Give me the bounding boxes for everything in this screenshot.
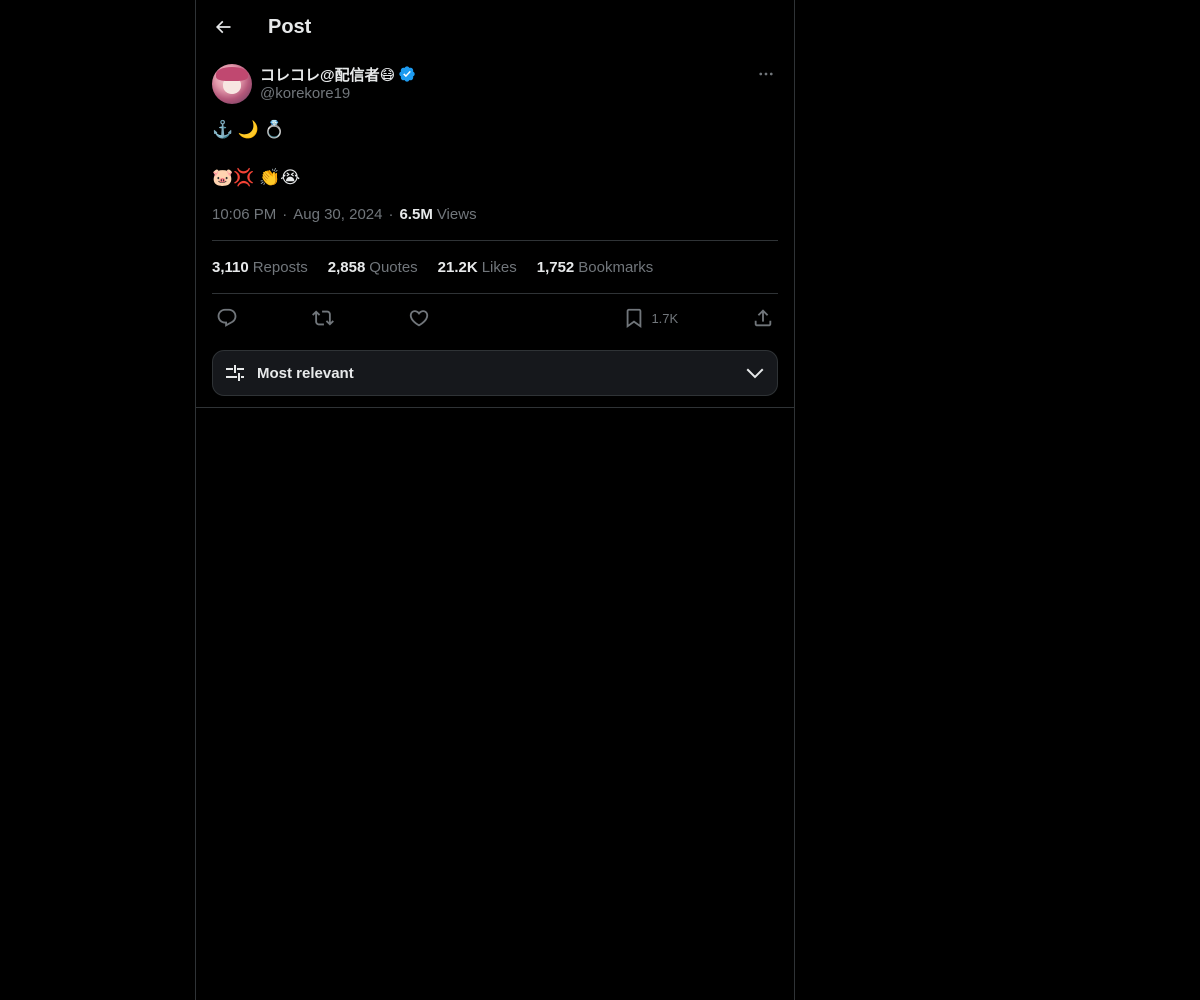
stat-count: 1,752 — [536, 258, 575, 276]
views-count[interactable]: 6.5M — [399, 206, 432, 223]
repost-icon — [311, 310, 334, 326]
sort-replies-dropdown[interactable]: Most relevant — [212, 350, 778, 396]
post-meta: 10:06 PM · Aug 30, 2024 · 6.5M Views — [212, 204, 778, 224]
more-options-button[interactable] — [754, 64, 778, 84]
section-divider — [196, 407, 794, 408]
share-button[interactable] — [752, 307, 774, 329]
separator-dot: · — [388, 205, 394, 223]
verified-badge-icon[interactable] — [398, 65, 416, 83]
main-column: Post コレコレ@配信者😷 @korekore19 ⚓️ 🌙 💍 🐷💢 👏😭 … — [195, 0, 795, 1000]
like-button[interactable] — [408, 307, 430, 329]
reply-icon — [217, 308, 237, 327]
arrow-left-icon — [215, 20, 231, 34]
chevron-down-icon — [746, 368, 764, 379]
post-line: 🐷💢 👏😭 — [212, 168, 301, 187]
stat-reposts[interactable]: 3,110 Reposts — [212, 259, 308, 276]
stat-count: 2,858 — [327, 258, 366, 276]
post-time[interactable]: 10:06 PM — [212, 206, 276, 223]
heart-icon — [409, 310, 428, 327]
stat-likes[interactable]: 21.2K Likes — [438, 259, 517, 276]
action-bar: 1.7K — [212, 294, 778, 342]
post: コレコレ@配信者😷 @korekore19 ⚓️ 🌙 💍 🐷💢 👏� — [196, 64, 794, 396]
stat-count: 3,110 — [212, 258, 249, 276]
back-button[interactable] — [205, 9, 241, 45]
engagement-stats: 3,110 Reposts 2,858 Quotes 21.2K Likes 1… — [212, 241, 778, 293]
author-names: コレコレ@配信者😷 @korekore19 — [260, 64, 416, 102]
stat-label: Quotes — [369, 258, 418, 276]
stat-label: Bookmarks — [578, 258, 654, 276]
author-handle[interactable]: @korekore19 — [260, 85, 416, 102]
reply-button[interactable] — [216, 307, 238, 329]
stat-quotes[interactable]: 2,858 Quotes — [328, 259, 418, 276]
views-label: Views — [436, 205, 477, 223]
share-icon — [754, 309, 772, 327]
post-line: ⚓️ 🌙 💍 — [212, 120, 285, 139]
page-title: Post — [268, 15, 312, 38]
avatar[interactable] — [212, 64, 252, 104]
post-date[interactable]: Aug 30, 2024 — [293, 206, 382, 223]
top-bar: Post — [196, 0, 794, 54]
stat-count: 21.2K — [437, 258, 478, 276]
stat-label: Reposts — [252, 258, 308, 276]
display-name[interactable]: コレコレ@配信者😷 — [260, 64, 395, 85]
bookmark-icon — [627, 308, 642, 329]
author-row: コレコレ@配信者😷 @korekore19 — [212, 64, 778, 104]
bookmark-count: 1.7K — [651, 310, 679, 326]
separator-dot: · — [282, 205, 288, 223]
post-text: ⚓️ 🌙 💍 🐷💢 👏😭 — [212, 118, 778, 190]
sliders-icon — [226, 365, 244, 381]
more-horizontal-icon — [759, 72, 773, 76]
stat-bookmarks[interactable]: 1,752 Bookmarks — [537, 259, 654, 276]
repost-button[interactable] — [311, 307, 334, 329]
bookmark-button[interactable]: 1.7K — [623, 307, 678, 329]
sort-label: Most relevant — [257, 364, 354, 382]
stat-label: Likes — [481, 258, 517, 276]
display-name-row: コレコレ@配信者😷 — [260, 64, 416, 84]
